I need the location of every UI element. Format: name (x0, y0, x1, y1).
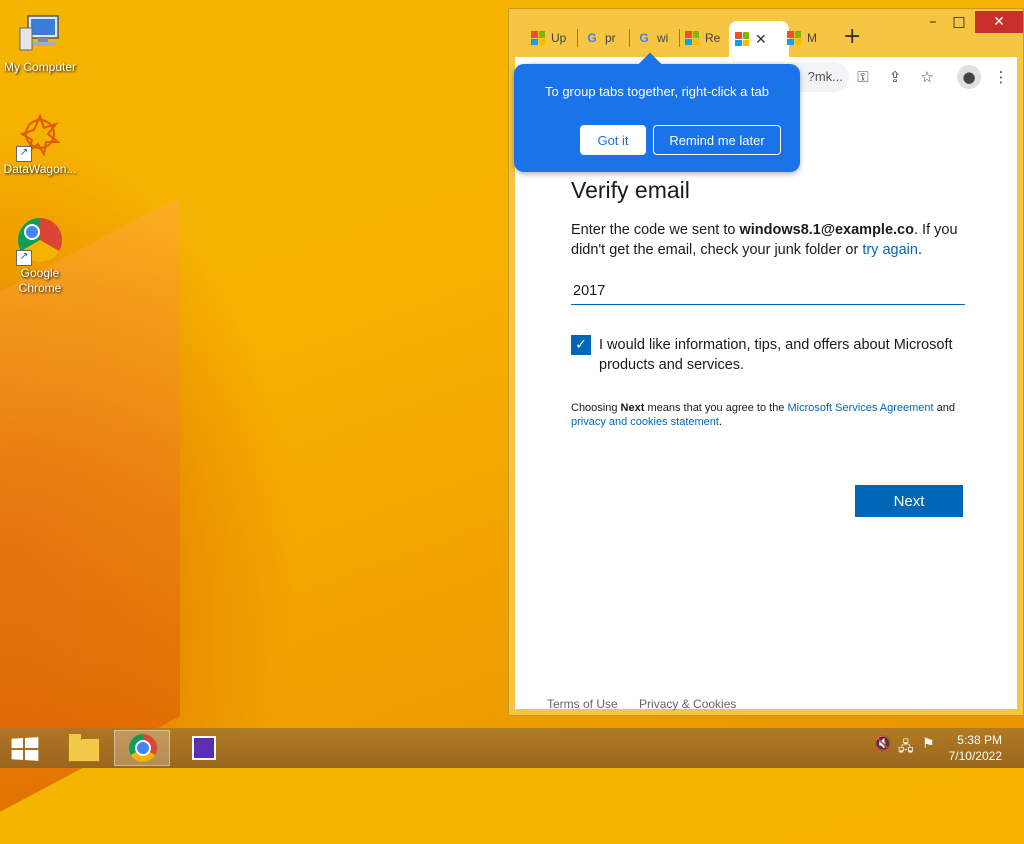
address-text: ?mk... (807, 69, 843, 84)
calendar-icon (192, 736, 216, 760)
taskbar-calendar-app[interactable] (176, 730, 232, 766)
shortcut-arrow-icon: ↗ (16, 146, 32, 162)
next-button[interactable]: Next (855, 485, 963, 517)
datawagon-icon: ↗ (16, 112, 64, 162)
desktop-icon-my-computer[interactable]: My Computer (0, 10, 80, 75)
tab-separator (679, 29, 680, 47)
got-it-button[interactable]: Got it (580, 125, 646, 155)
microsoft-logo-icon (685, 31, 699, 45)
new-tab-button[interactable]: + (843, 25, 861, 49)
try-again-link[interactable]: try again (862, 242, 918, 258)
legal-text: Choosing Next means that you agree to th… (571, 401, 963, 429)
chrome-icon (129, 734, 157, 762)
action-center-flag-icon[interactable]: ⚑ (922, 736, 935, 752)
google-logo-icon: G (587, 31, 597, 45)
close-window-button[interactable]: ✕ (975, 11, 1023, 33)
network-icon[interactable]: 🖧 (898, 736, 914, 760)
share-icon[interactable]: ⇪ (883, 65, 907, 89)
key-icon[interactable]: ⚿ (851, 65, 875, 89)
maximize-button[interactable]: □ (941, 11, 977, 33)
legal-prefix: Choosing (571, 402, 621, 414)
legal-end: . (718, 416, 723, 428)
tab-title: Re (705, 31, 721, 45)
clock-date: 7/10/2022 (948, 749, 1002, 763)
privacy-statement-link[interactable]: privacy and cookies statement (571, 416, 719, 428)
marketing-checkbox-label: I would like information, tips, and offe… (599, 337, 953, 373)
system-clock[interactable]: 5:38 PM 7/10/2022 (949, 732, 1002, 764)
legal-mid: means that you agree to the (644, 402, 788, 414)
tab-separator (629, 29, 630, 47)
services-agreement-link[interactable]: Microsoft Services Agreement (787, 402, 933, 414)
marketing-opt-in: ✓ I would like information, tips, and of… (571, 335, 963, 375)
taskbar-chrome[interactable] (114, 730, 170, 766)
taskbar: 🔇 🖧 ⚑ 5:38 PM 7/10/2022 (0, 728, 1024, 768)
tab-strip: Up G pr G wi Re ✕ M + – □ ✕ (509, 9, 1023, 57)
volume-muted-icon[interactable]: 🔇 (874, 736, 891, 752)
computer-icon (16, 10, 64, 58)
folder-icon (68, 733, 100, 762)
instructions-text: Enter the code we sent to windows8.1@exa… (571, 220, 963, 260)
tab-2[interactable]: G pr (585, 23, 625, 53)
instructions-end: . (917, 242, 922, 258)
tab-title: wi (657, 31, 669, 45)
code-input[interactable] (571, 278, 965, 305)
legal-and: and (933, 402, 956, 414)
tab-6[interactable]: M (787, 23, 827, 53)
windows-start-icon[interactable] (11, 737, 39, 761)
page-footer: Terms of Use Privacy & Cookies (547, 697, 754, 711)
page-title: Verify email (571, 177, 690, 203)
page-content: Verify email Enter the code we sent to w… (515, 97, 1017, 711)
remind-me-later-button[interactable]: Remind me later (653, 125, 781, 155)
microsoft-logo-icon (531, 31, 545, 45)
tab-4[interactable]: Re (685, 23, 725, 53)
desktop-icon-google-chrome[interactable]: ↗ Google Chrome (0, 216, 80, 296)
google-logo-icon: G (639, 31, 649, 45)
marketing-checkbox[interactable]: ✓ (571, 335, 591, 355)
email-address: windows8.1@example.co (739, 222, 914, 238)
tab-title: pr (605, 31, 616, 45)
clock-time: 5:38 PM (957, 733, 1002, 747)
tab-5-active[interactable]: ✕ (729, 21, 789, 57)
desktop-icon-datawagon[interactable]: ↗ DataWagon... (0, 112, 80, 177)
desktop-icon-label: DataWagon... (3, 162, 77, 176)
chrome-icon: ↗ (16, 216, 64, 266)
tab-separator (577, 29, 578, 47)
legal-next-word: Next (620, 402, 645, 414)
desktop-icon-label: Google Chrome (18, 266, 62, 295)
privacy-cookies-link[interactable]: Privacy & Cookies (639, 697, 736, 711)
microsoft-logo-icon (735, 32, 749, 46)
terms-of-use-link[interactable]: Terms of Use (547, 697, 618, 711)
tab-3[interactable]: G wi (637, 23, 677, 53)
desktop-icon-label: My Computer (3, 60, 77, 74)
tip-text: To group tabs together, right-click a ta… (544, 84, 769, 99)
verify-email-card: Verify email Enter the code we sent to w… (571, 177, 965, 517)
microsoft-logo-icon (787, 31, 801, 45)
tab-title: Up (551, 31, 567, 45)
tab-close-icon[interactable]: ✕ (755, 31, 767, 48)
bookmark-star-icon[interactable]: ☆ (915, 65, 939, 89)
profile-avatar-icon[interactable]: ● (957, 65, 981, 89)
tab-group-tip-bubble: To group tabs together, right-click a ta… (514, 64, 800, 172)
tab-title: M (807, 31, 817, 45)
tab-1[interactable]: Up (531, 23, 571, 53)
taskbar-file-explorer[interactable] (54, 730, 110, 766)
instructions-prefix: Enter the code we sent to (571, 222, 740, 238)
menu-kebab-icon[interactable]: ⋮ (989, 65, 1013, 89)
shortcut-arrow-icon: ↗ (16, 250, 32, 266)
